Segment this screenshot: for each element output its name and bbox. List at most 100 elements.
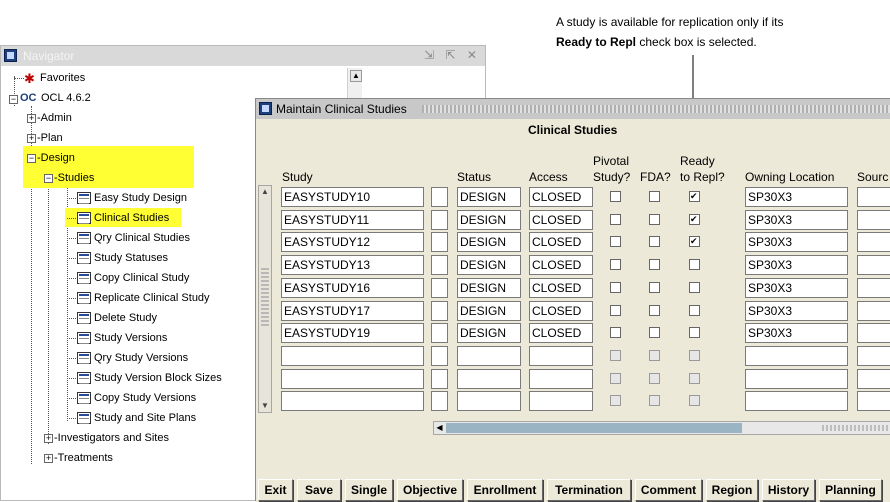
status-field[interactable]: DESIGN [457, 187, 521, 207]
pivotal-checkbox[interactable] [610, 304, 621, 316]
access-field[interactable]: CLOSED [529, 255, 593, 276]
study-field[interactable]: EASYSTUDY12 [281, 232, 424, 253]
status-field[interactable]: DESIGN [457, 323, 521, 344]
source-field[interactable] [857, 232, 890, 253]
extra-field[interactable] [431, 232, 448, 253]
window-controls-icon[interactable]: ⇲ ⇱ ✕ [424, 48, 481, 62]
study-field[interactable]: EASYSTUDY17 [281, 300, 424, 321]
ready-to-repl-checkbox[interactable] [689, 191, 700, 202]
scroll-grip[interactable] [261, 266, 269, 326]
ready-to-repl-checkbox[interactable] [689, 349, 700, 361]
access-field[interactable]: CLOSED [529, 323, 593, 344]
fda-checkbox[interactable] [649, 191, 660, 202]
collapse-icon[interactable]: − [27, 154, 36, 163]
source-field[interactable] [857, 391, 890, 412]
source-field[interactable] [857, 300, 890, 321]
owning-location-field[interactable]: SP30X3 [745, 255, 848, 276]
extra-field[interactable] [431, 368, 448, 389]
ready-to-repl-checkbox[interactable] [689, 281, 700, 293]
expand-icon[interactable]: + [27, 114, 36, 123]
horizontal-scrollbar[interactable]: ◀ [433, 421, 890, 435]
source-field[interactable] [857, 345, 890, 366]
planning-button[interactable]: Planning [819, 479, 882, 501]
pivotal-checkbox[interactable] [610, 349, 621, 361]
scroll-up-icon[interactable]: ▲ [350, 70, 362, 82]
status-field[interactable]: DESIGN [457, 255, 521, 276]
extra-field[interactable] [431, 345, 448, 366]
ready-to-repl-checkbox[interactable] [689, 395, 700, 407]
tree-item-study-function[interactable]: Qry Study Versions [94, 351, 188, 365]
save-button[interactable]: Save [297, 479, 341, 501]
extra-field[interactable] [431, 255, 448, 276]
maintain-title-bar[interactable]: Maintain Clinical Studies [256, 99, 890, 119]
tree-item-studies[interactable]: -Studies [54, 171, 94, 185]
tree-item-admin[interactable]: -Admin [37, 111, 72, 125]
ready-to-repl-checkbox[interactable] [689, 327, 700, 339]
fda-checkbox[interactable] [649, 304, 660, 316]
tree-item-study-function[interactable]: Copy Clinical Study [94, 271, 189, 285]
tree-item-treatments[interactable]: -Treatments [54, 451, 113, 465]
source-field[interactable] [857, 368, 890, 389]
ready-to-repl-checkbox[interactable] [689, 213, 700, 225]
owning-location-field[interactable] [745, 391, 848, 412]
source-field[interactable] [857, 187, 890, 207]
objective-button[interactable]: Objective [397, 479, 463, 501]
pivotal-checkbox[interactable] [610, 281, 621, 293]
study-field[interactable]: EASYSTUDY10 [281, 187, 424, 207]
fda-checkbox[interactable] [649, 281, 660, 293]
source-field[interactable] [857, 323, 890, 344]
pivotal-checkbox[interactable] [610, 327, 621, 339]
access-field[interactable] [529, 368, 593, 389]
exit-button[interactable]: Exit [258, 479, 293, 501]
expand-icon[interactable]: + [27, 134, 36, 143]
records-scrollbar[interactable]: ▲ ▼ [258, 185, 272, 413]
study-field[interactable]: EASYSTUDY11 [281, 209, 424, 230]
access-field[interactable] [529, 391, 593, 412]
fda-checkbox[interactable] [649, 236, 660, 248]
history-button[interactable]: History [762, 479, 815, 501]
tree-item-design[interactable]: -Design [37, 151, 75, 165]
navigator-title-bar[interactable]: Navigator ⇲ ⇱ ✕ [1, 46, 485, 66]
termination-button[interactable]: Termination [547, 479, 631, 501]
access-field[interactable]: CLOSED [529, 232, 593, 253]
fda-checkbox[interactable] [649, 259, 660, 271]
tree-item-study-function[interactable]: Copy Study Versions [94, 391, 196, 405]
enrollment-button[interactable]: Enrollment [467, 479, 543, 501]
owning-location-field[interactable] [745, 345, 848, 366]
fda-checkbox[interactable] [649, 349, 660, 361]
extra-field[interactable] [431, 323, 448, 344]
ready-to-repl-checkbox[interactable] [689, 259, 700, 271]
study-field[interactable]: EASYSTUDY19 [281, 323, 424, 344]
comment-button[interactable]: Comment [635, 479, 702, 501]
study-field[interactable] [281, 391, 424, 412]
tree-item-study-function[interactable]: Delete Study [94, 311, 157, 325]
source-field[interactable] [857, 209, 890, 230]
collapse-icon[interactable]: − [9, 95, 18, 104]
fda-checkbox[interactable] [649, 213, 660, 225]
status-field[interactable] [457, 368, 521, 389]
owning-location-field[interactable]: SP30X3 [745, 300, 848, 321]
tree-item-study-function[interactable]: Easy Study Design [94, 191, 187, 205]
extra-field[interactable] [431, 391, 448, 412]
tree-item-study-function[interactable]: Study Statuses [94, 251, 168, 265]
source-field[interactable] [857, 277, 890, 298]
extra-field[interactable] [431, 300, 448, 321]
owning-location-field[interactable]: SP30X3 [745, 232, 848, 253]
source-field[interactable] [857, 255, 890, 276]
ready-to-repl-checkbox[interactable] [689, 372, 700, 384]
study-field[interactable] [281, 345, 424, 366]
study-field[interactable]: EASYSTUDY13 [281, 255, 424, 276]
status-field[interactable]: DESIGN [457, 300, 521, 321]
status-field[interactable]: DESIGN [457, 232, 521, 253]
access-field[interactable]: CLOSED [529, 209, 593, 230]
tree-item-study-function[interactable]: Qry Clinical Studies [94, 231, 190, 245]
fda-checkbox[interactable] [649, 327, 660, 339]
tree-item-plan[interactable]: -Plan [37, 131, 63, 145]
scroll-down-icon[interactable]: ▼ [259, 400, 271, 412]
tree-item-ocl[interactable]: OCL 4.6.2 [41, 91, 91, 105]
pivotal-checkbox[interactable] [610, 259, 621, 271]
fda-checkbox[interactable] [649, 372, 660, 384]
owning-location-field[interactable]: SP30X3 [745, 187, 848, 207]
owning-location-field[interactable]: SP30X3 [745, 277, 848, 298]
single-button[interactable]: Single [345, 479, 393, 501]
